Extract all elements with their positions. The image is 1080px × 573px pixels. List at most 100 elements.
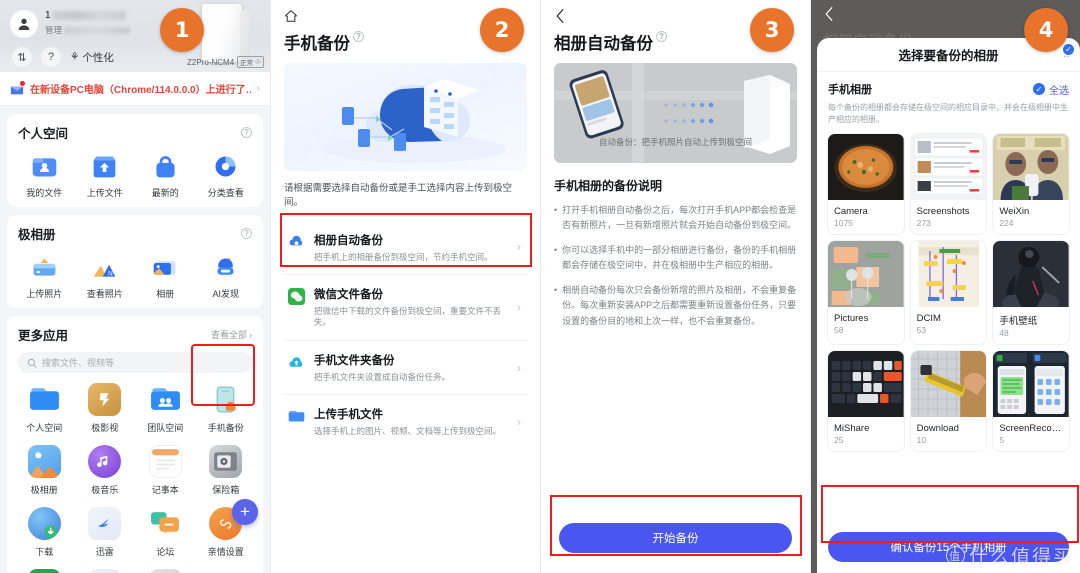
album-selection-sheet: 选择要备份的相册 × 手机相册 ✓ 全选 每个备份的相册都会存储在极空间的相应目… [817, 38, 1080, 573]
app-label: 团队空间 [147, 423, 184, 433]
user-name-prefix: 1 [45, 10, 51, 21]
grid-label: 上传文件 [86, 188, 123, 198]
grid-item-category[interactable]: 分类查看 [196, 151, 257, 199]
app-download[interactable]: 下载 [14, 507, 75, 558]
grid-item-album[interactable]: 相册 [135, 252, 196, 300]
app-label: 下载 [35, 547, 54, 557]
album-card[interactable]: ✓ Pictures 58 [828, 43, 1075, 344]
help-icon[interactable]: ? [241, 228, 252, 239]
search-input[interactable]: 搜索文件、视频等 [18, 352, 252, 373]
list-item-body: 相册自动备份 把手机上的相册备份到极空间，节约手机空间。 [314, 232, 508, 263]
bullet-text: 相册自动备份每次只会备份新增的照片及相册，不会重复备份。每次重新安装APP之后都… [562, 284, 797, 326]
grid-item-upload-file[interactable]: 上传文件 [75, 151, 136, 199]
list-item-body: 手机文件夹备份 把手机文件夹设置成自动备份任务。 [314, 352, 508, 383]
album-card[interactable]: ✓ MiShare 25 [828, 43, 1075, 451]
grid-item-ai-discover[interactable]: AI发现 [196, 252, 257, 300]
cloud-folder-icon [288, 354, 305, 371]
chevron-right-icon: › [256, 83, 260, 94]
help-icon[interactable]: ? [241, 127, 252, 138]
album-name: WeiXin [999, 206, 1030, 217]
transfer-icon[interactable]: ⇅ [12, 47, 32, 67]
back-arrow-icon[interactable] [823, 7, 835, 24]
grid-item-recent[interactable]: 最新的 [135, 151, 196, 199]
grid-item-view-photo[interactable]: N 查看照片 [75, 252, 136, 300]
album-thumbnail [828, 241, 904, 307]
watermark-text: 什么值得买 [968, 547, 1074, 568]
help-icon[interactable]: ? [656, 31, 667, 42]
start-backup-wrap: 开始备份 [559, 523, 792, 553]
app-forum[interactable]: 论坛 [135, 507, 196, 558]
select-all-button[interactable]: ✓ 全选 [1033, 82, 1069, 97]
app-reading[interactable]: 极阅读 [14, 569, 75, 573]
mail-icon [10, 81, 25, 95]
svg-text:N: N [108, 270, 113, 277]
chevron-right-icon: › [249, 329, 252, 340]
app-label: 极相册 [30, 485, 58, 495]
album-name: Camera [834, 206, 868, 217]
add-button[interactable]: + [232, 499, 258, 525]
app-label: 极音乐 [91, 485, 119, 495]
album-name: 手机壁纸 [999, 316, 1038, 327]
my-files-icon [29, 151, 59, 181]
app-photos[interactable]: 极相册 [14, 445, 75, 496]
chevron-right-icon: › [517, 415, 521, 430]
search-icon [27, 358, 37, 368]
chevron-right-icon: › [517, 300, 521, 315]
app-safe[interactable]: 保险箱 [196, 445, 257, 496]
search-placeholder: 搜索文件、视频等 [42, 358, 115, 368]
download-icon [27, 507, 61, 540]
app-monitor[interactable]: 设备监控 [75, 569, 136, 573]
album-name: ScreenRecor… [999, 423, 1065, 434]
avatar[interactable] [10, 10, 38, 38]
app-label: 个人空间 [26, 423, 63, 433]
list-item-title: 相册自动备份 [314, 234, 383, 247]
notice-banner[interactable]: 在新设备PC电脑（Chrome/114.0.0.0）上进行了… › [0, 72, 270, 106]
album-thumbnail [828, 134, 904, 200]
list-item-wechat-backup[interactable]: 微信文件备份 把微信中下载的文件备份到极空间，重要文件不丢失。 › [284, 275, 527, 341]
list-item-album-backup[interactable]: 相册自动备份 把手机上的相册备份到极空间，节约手机空间。 › [284, 221, 527, 275]
album-card[interactable]: ✓ Download 10 [910, 43, 1075, 451]
album-thumbnail [993, 241, 1069, 307]
bullet-item: • 相册自动备份每次只会备份新增的照片及相册，不会重复备份。每次重新安装APP之… [554, 283, 797, 329]
section-header: 手机相册 [828, 84, 872, 96]
app-label: 迅雷 [95, 547, 114, 557]
card-more-apps: 更多应用 查看全部 › 搜索文件、视频等 个人空间 极影视 团队空间 手机备份 … [7, 316, 263, 573]
photos-icon [27, 445, 61, 478]
album-card[interactable]: ✓ ScreenRecor… 5 [993, 43, 1075, 451]
step-badge-1: 1 [160, 8, 204, 52]
start-backup-button[interactable]: 开始备份 [559, 523, 792, 553]
list-item-folder-backup[interactable]: 手机文件夹备份 把手机文件夹设置成自动备份任务。 › [284, 341, 527, 396]
list-item-upload-files[interactable]: 上传手机文件 选择手机上的图片、视频、文档等上传到极空间。 › [284, 395, 527, 448]
folder-icon [28, 383, 61, 416]
album-card[interactable]: ✓ 手机壁纸 48 [993, 43, 1075, 344]
album-thumbnail [993, 351, 1069, 417]
app-notes[interactable]: 记事本 [135, 445, 196, 496]
step-badge-4: 4 [1024, 8, 1068, 52]
app-video[interactable]: 极影视 [75, 383, 136, 434]
card-album: 极相册 ? 上传照片 N 查看照片 相册 AI发现 [7, 215, 263, 308]
album-card[interactable]: ✓ WeiXin 224 [993, 43, 1075, 234]
personalize-button[interactable]: ⚘ 个性化 [70, 50, 114, 65]
see-all-button[interactable]: 查看全部 › [211, 328, 252, 341]
album-card[interactable]: ✓ Screenshots 273 [910, 43, 1075, 234]
grid-item-my-files[interactable]: 我的文件 [14, 151, 75, 199]
device-label[interactable]: Z2Pro-NCM4 正常 ☉ [187, 56, 264, 68]
grid-item-upload-photo[interactable]: 上传照片 [14, 252, 75, 300]
app-music[interactable]: 极音乐 [75, 445, 136, 496]
app-settings[interactable]: 系统设置 [135, 569, 196, 573]
help-icon[interactable]: ? [353, 31, 364, 42]
app-team-space[interactable]: 团队空间 [135, 383, 196, 434]
help-icon[interactable]: ? [41, 47, 61, 67]
app-personal-space[interactable]: 个人空间 [14, 383, 75, 434]
album-card[interactable]: ✓ Camera 1075 [828, 43, 1075, 234]
app-phone-backup[interactable]: 手机备份 [196, 383, 257, 434]
palette-icon: ⚘ [70, 51, 80, 63]
list-item-sub: 把手机文件夹设置成自动备份任务。 [314, 371, 451, 382]
album-card[interactable]: ✓ DCIM 53 [910, 43, 1075, 344]
panel-phone-backup: 2 手机备份 ? 请根据需要选择自动备份或是手工选择内容上传到极空间。 相册自动… [270, 0, 540, 573]
user-text: 1 管理 [45, 9, 131, 36]
app-thunder[interactable]: 迅雷 [75, 507, 136, 558]
chevron-right-icon: › [517, 240, 521, 255]
panel-home: 1 1 管理 ⇅ ? ⚘ 个性化 Z2Pro-NCM4 正常 ☉ 在新设备PC电… [0, 0, 270, 573]
thunder-icon [88, 507, 122, 540]
